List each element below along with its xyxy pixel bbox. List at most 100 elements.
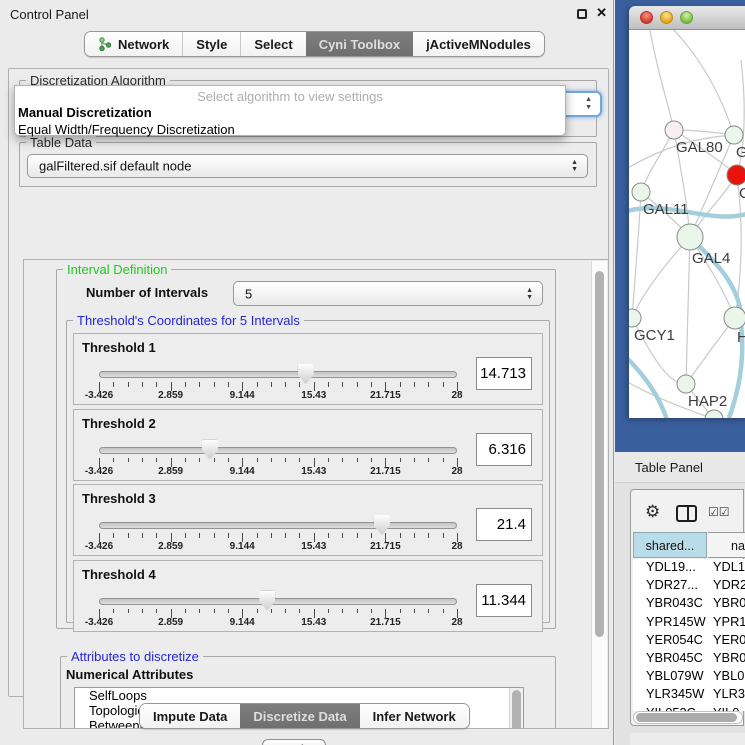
tab-label: Style — [196, 37, 227, 52]
table-row[interactable]: YBL079WYBL0 — [633, 668, 745, 686]
number-of-intervals-label: Number of Intervals — [86, 285, 208, 300]
dropdown-item[interactable]: Equal Width/Frequency Discretization — [15, 121, 565, 138]
close-traffic-light-icon[interactable] — [640, 11, 653, 24]
float-window-icon[interactable] — [577, 9, 587, 19]
node-table-window: ⚙ ☑☑ shared... na YDL19...YDL1YDR27...YD… — [630, 489, 744, 726]
settings-scrollbar[interactable] — [591, 261, 607, 729]
scrollbar-thumb[interactable] — [636, 713, 737, 722]
slider-thumb[interactable] — [259, 591, 275, 611]
cyni-toolbox-panel: Discretization Algorithm ▲▼ Select algor… — [8, 68, 609, 697]
tab-impute-data[interactable]: Impute Data — [140, 704, 240, 728]
zoom-traffic-light-icon[interactable] — [680, 11, 693, 24]
network-node-label: GA — [736, 144, 745, 161]
network-node[interactable] — [724, 307, 745, 329]
table-hscrollbar[interactable] — [633, 711, 743, 724]
table-row[interactable]: YBR043CYBR0 — [633, 595, 745, 613]
threshold-value-field[interactable]: 21.4 — [476, 508, 532, 541]
cell-name: YBR0 — [708, 650, 745, 668]
minimize-traffic-light-icon[interactable] — [660, 11, 673, 24]
slider-track[interactable] — [99, 371, 457, 378]
cell-name: YBL0 — [708, 668, 744, 686]
network-view-window: GAL80GACGAL11GAL4GCY1HHAP2 — [629, 6, 745, 418]
cell-name: YDL1 — [708, 559, 745, 577]
tab-style[interactable]: Style — [182, 32, 240, 56]
network-edge[interactable] — [641, 130, 674, 192]
network-node[interactable] — [629, 309, 641, 327]
network-node[interactable] — [725, 126, 743, 144]
split-columns-icon[interactable] — [676, 505, 697, 522]
network-node-label: C — [739, 185, 745, 202]
apply-button[interactable]: Apply — [262, 739, 326, 745]
tab-cyni-toolbox[interactable]: Cyni Toolbox — [306, 32, 413, 56]
checkboxes-icon[interactable]: ☑☑ — [708, 505, 730, 519]
network-edge[interactable] — [686, 237, 690, 384]
column-header-shared-name[interactable]: shared... — [633, 532, 707, 558]
table-row[interactable]: YER054CYER0 — [633, 632, 745, 650]
cell-name: YDR2 — [708, 577, 745, 595]
algorithm-dropdown-popup: Select algorithm to view settings Manual… — [14, 85, 566, 136]
threshold-panel: Threshold 2-3.4262.8599.14415.4321.71528… — [73, 409, 543, 481]
tab-label: Cyni Toolbox — [319, 37, 400, 52]
table-row[interactable]: YBR045CYBR0 — [633, 650, 745, 668]
tab-label: Discretize Data — [253, 709, 346, 724]
network-node[interactable] — [727, 165, 745, 185]
cell-shared-name: YPR145W — [633, 614, 708, 632]
network-window-titlebar[interactable] — [629, 6, 745, 30]
column-header-name[interactable]: na — [708, 532, 745, 558]
network-edge[interactable] — [669, 30, 734, 135]
gear-icon[interactable]: ⚙ — [645, 502, 660, 522]
slider-track[interactable] — [99, 598, 457, 605]
table-row[interactable]: YDR27...YDR2 — [633, 577, 745, 595]
table-row[interactable]: YLR345WYLR3 — [633, 686, 745, 704]
thresholds-group-label: Threshold's Coordinates for 5 Intervals — [73, 313, 304, 328]
tab-network[interactable]: Network — [85, 32, 182, 56]
tab-discretize-data[interactable]: Discretize Data — [240, 704, 359, 728]
scrollbar-thumb[interactable] — [512, 690, 521, 729]
slider-track[interactable] — [99, 522, 457, 529]
tab-select[interactable]: Select — [240, 32, 305, 56]
attribute-list-item[interactable]: SelfLoops — [75, 688, 523, 703]
network-node-label: HAP2 — [688, 393, 727, 410]
dropdown-items: Manual DiscretizationEqual Width/Frequen… — [15, 104, 565, 138]
cell-shared-name: YBR043C — [633, 595, 708, 613]
dropdown-item[interactable]: Manual Discretization — [15, 104, 565, 121]
scrollbar-thumb[interactable] — [595, 271, 604, 637]
table-panel-title: Table Panel — [635, 460, 703, 475]
network-node[interactable] — [665, 121, 683, 139]
table-row[interactable]: YDL19...YDL1 — [633, 559, 745, 577]
threshold-panel: Threshold 1-3.4262.8599.14415.4321.71528… — [73, 333, 543, 405]
threshold-value-field[interactable]: 6.316 — [476, 433, 532, 466]
network-edge[interactable] — [649, 30, 674, 130]
close-icon[interactable]: ✕ — [596, 5, 607, 21]
list-scrollbar[interactable] — [509, 688, 523, 729]
cell-name: YBR0 — [708, 595, 745, 613]
network-node-label: GAL80 — [676, 139, 723, 156]
table-row[interactable]: YPR145WYPR1 — [633, 614, 745, 632]
threshold-label: Threshold 2 — [82, 416, 156, 431]
combo-spinner-icon: ▲▼ — [571, 159, 578, 173]
network-canvas[interactable]: GAL80GACGAL11GAL4GCY1HHAP2 — [629, 30, 745, 418]
threshold-value-field[interactable]: 14.713 — [476, 357, 532, 390]
number-of-intervals-combobox[interactable]: 5 ▲▼ — [233, 281, 543, 306]
panel-title: Control Panel — [10, 7, 89, 22]
slider-track[interactable] — [99, 447, 457, 454]
slider-thumb[interactable] — [298, 364, 314, 384]
table-panel: ⚙ ☑☑ shared... na YDL19...YDL1YDR27...YD… — [615, 483, 745, 745]
table-window-footer — [630, 733, 745, 745]
tab-infer-network[interactable]: Infer Network — [360, 704, 469, 728]
network-node[interactable] — [632, 183, 650, 201]
network-edge[interactable] — [686, 318, 735, 384]
slider-thumb[interactable] — [374, 515, 390, 535]
threshold-value-field[interactable]: 11.344 — [476, 584, 532, 617]
cell-shared-name: YER054C — [633, 632, 708, 650]
threshold-panel: Threshold 3-3.4262.8599.14415.4321.71528… — [73, 484, 543, 556]
tab-label: Impute Data — [153, 709, 227, 724]
bottom-tab-bar: Impute Data Discretize Data Infer Network — [139, 703, 470, 729]
network-edge[interactable] — [632, 237, 690, 318]
slider-thumb[interactable] — [202, 440, 218, 460]
table-data-combobox[interactable]: galFiltered.sif default node ▲▼ — [27, 154, 588, 178]
network-node[interactable] — [677, 224, 703, 250]
settings-scroll-panel: Interval Definition Number of Intervals … — [23, 259, 609, 729]
network-node[interactable] — [677, 375, 695, 393]
tab-jactivemnodules[interactable]: jActiveMNodules — [413, 32, 544, 56]
